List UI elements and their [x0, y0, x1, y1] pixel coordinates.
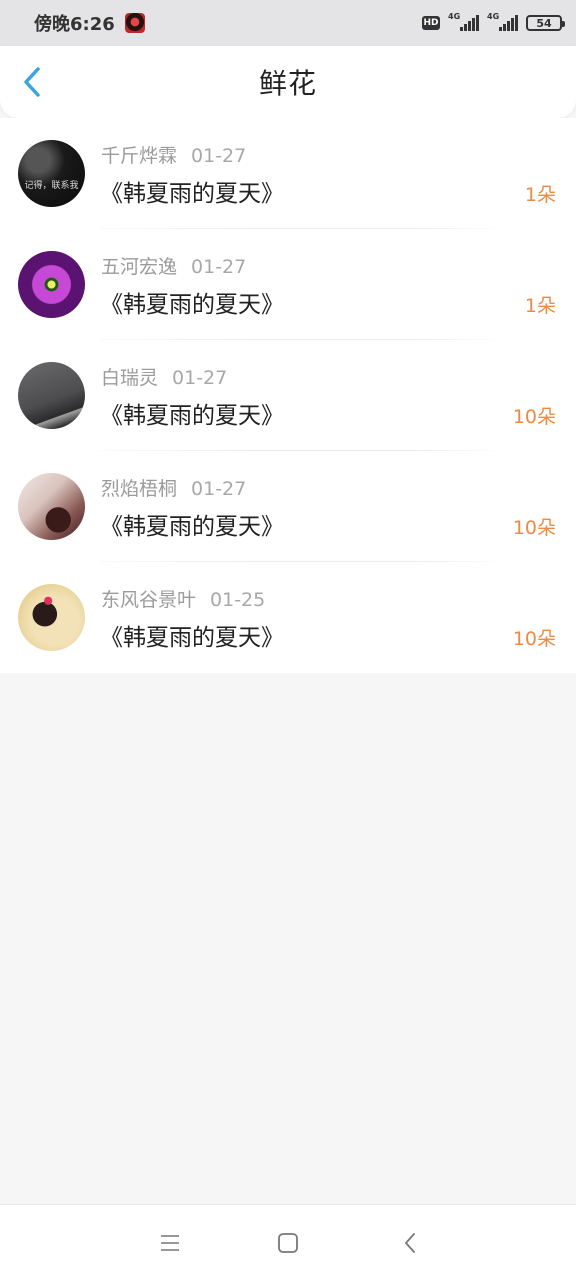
- flower-count: 1朵: [524, 184, 556, 206]
- gift-date: 01-27: [191, 478, 247, 500]
- gift-date: 01-27: [172, 367, 228, 389]
- flower-count: 10朵: [512, 628, 556, 650]
- gift-list: 记得，联系我 千斤烨霖 01-27 《韩夏雨的夏天》 1朵 五河宏逸 01-27 《…: [0, 118, 576, 673]
- home-square-icon: [278, 1233, 298, 1253]
- avatar[interactable]: [18, 473, 85, 540]
- page-title: 鲜花: [258, 67, 317, 100]
- user-name: 烈焰梧桐: [101, 478, 178, 500]
- avatar[interactable]: [18, 362, 85, 429]
- back-button[interactable]: [14, 64, 50, 100]
- user-name: 白瑞灵: [101, 367, 159, 389]
- flower-count: 1朵: [524, 295, 556, 317]
- flower-count: 10朵: [512, 517, 556, 539]
- battery-icon: 54: [526, 15, 565, 31]
- status-bar: 傍晚6:26 HD 4G 4G 54: [0, 0, 576, 46]
- home-button[interactable]: [274, 1229, 302, 1257]
- system-nav-bar: [0, 1204, 576, 1280]
- book-title: 《韩夏雨的夏天》: [100, 181, 284, 207]
- chevron-left-icon: [24, 67, 40, 97]
- status-time: 傍晚6:26: [34, 14, 115, 35]
- menu-icon: [161, 1235, 179, 1251]
- gift-date: 01-25: [210, 589, 266, 611]
- book-title: 《韩夏雨的夏天》: [100, 403, 284, 429]
- avatar[interactable]: 记得，联系我: [18, 140, 85, 207]
- gift-date: 01-27: [191, 145, 247, 167]
- signal-icon: 4G: [448, 12, 479, 31]
- app-notification-icon: [124, 13, 145, 33]
- user-name: 五河宏逸: [101, 256, 178, 278]
- book-title: 《韩夏雨的夏天》: [100, 625, 284, 651]
- flower-count: 10朵: [512, 406, 556, 428]
- avatar[interactable]: [18, 584, 85, 651]
- avatar[interactable]: [18, 251, 85, 318]
- signal-icon-2: 4G: [487, 12, 518, 31]
- list-item[interactable]: 记得，联系我 千斤烨霖 01-27 《韩夏雨的夏天》 1朵: [0, 118, 576, 229]
- book-title: 《韩夏雨的夏天》: [100, 292, 284, 318]
- back-arrow-icon: [405, 1233, 415, 1253]
- user-name: 东风谷景叶: [101, 589, 197, 611]
- status-icons: HD 4G 4G 54: [422, 12, 565, 31]
- user-name: 千斤烨霖: [101, 145, 178, 167]
- header: 鲜花: [0, 46, 576, 118]
- gift-date: 01-27: [191, 256, 247, 278]
- list-item[interactable]: 白瑞灵 01-27 《韩夏雨的夏天》 10朵: [0, 340, 576, 451]
- recent-apps-button[interactable]: [156, 1229, 184, 1257]
- list-item[interactable]: 东风谷景叶 01-25 《韩夏雨的夏天》 10朵: [0, 562, 576, 673]
- book-title: 《韩夏雨的夏天》: [100, 514, 284, 540]
- list-item[interactable]: 烈焰梧桐 01-27 《韩夏雨的夏天》 10朵: [0, 451, 576, 562]
- system-back-button[interactable]: [396, 1229, 424, 1257]
- hd-icon: HD: [422, 16, 440, 30]
- list-item[interactable]: 五河宏逸 01-27 《韩夏雨的夏天》 1朵: [0, 229, 576, 340]
